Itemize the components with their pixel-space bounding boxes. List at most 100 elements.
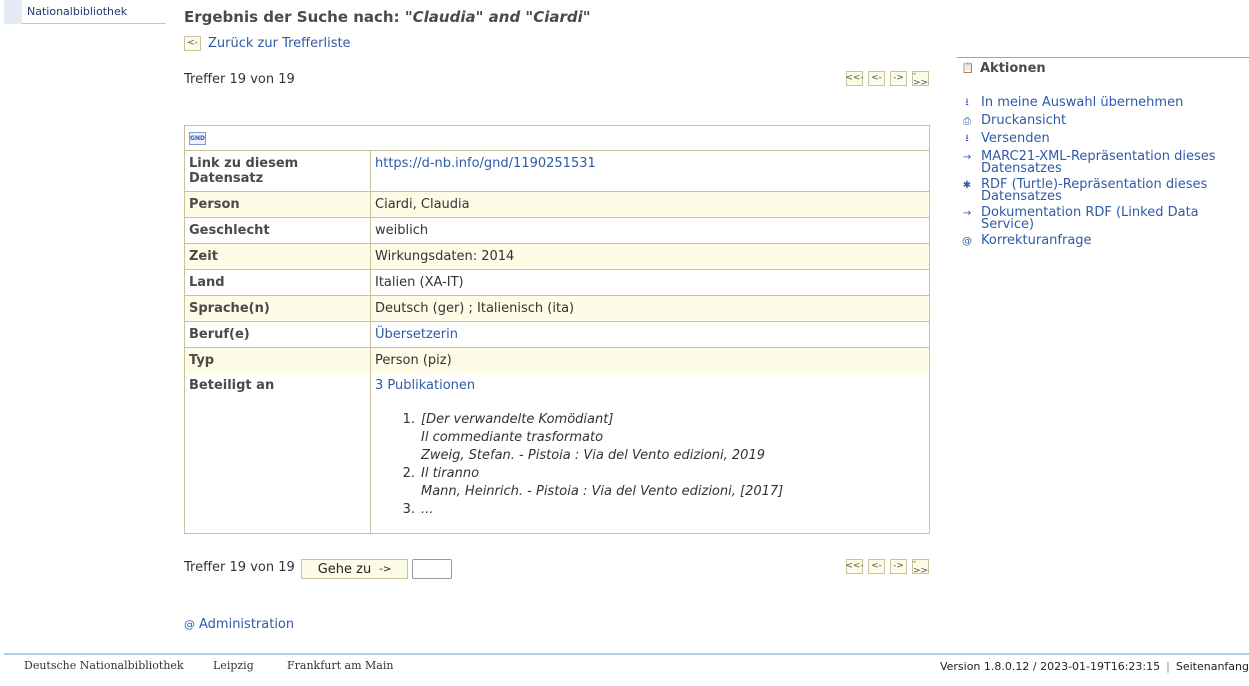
record-table: GND Link zu diesem Datensatz https://d-nb… [184,125,930,534]
footer-right: Version 1.8.0.12 / 2023-01-19T16:23:15 |… [940,660,1249,673]
record-value-text: Deutsch (ger) ; Italienisch (ita) [375,301,575,316]
record-value: Übersetzerin [371,322,929,347]
nav-item-marker [4,0,22,24]
actions-icon: 📋 [961,63,975,74]
page-title: Ergebnis der Suche nach: "Claudia" and "… [184,8,591,26]
publication-body: [Der verwandelte Komödiant] Il commediant… [421,411,765,465]
left-navigation: Nationalbibliothek [4,0,166,24]
page-title-query: "Claudia" and "Ciardi" [404,8,591,26]
back-to-results-link[interactable]: Zurück zur Trefferliste [208,36,351,51]
publication-number: 3. [402,502,415,517]
nav-item-nationalbibliothek[interactable]: Nationalbibliothek [4,0,166,24]
record-row: Typ Person (piz) [185,348,929,373]
publications-link[interactable]: 3 Publikationen [375,378,475,393]
record-row: Geschlecht weiblich [185,218,929,244]
action-item[interactable]: → Dokumentation RDF (Linked Data Service) [957,205,1249,231]
administration[interactable]: @ Administration [184,617,294,632]
publication-item[interactable]: 1. [Der verwandelte Komödiant] Il commedia… [399,411,925,465]
next-page-icon[interactable]: -> [890,71,907,86]
action-item[interactable]: @ Korrekturanfrage [957,233,1249,249]
footer-link-leipzig[interactable]: Leipzig [213,659,254,672]
record-key: Link zu diesem Datensatz [185,151,371,191]
action-link[interactable]: MARC21-XML-Repräsentation dieses Datensa… [981,149,1249,175]
arrow-left-icon: <- [184,36,201,51]
footer-link-dnb[interactable]: Deutsche Nationalbibliothek [24,659,184,672]
first-page-icon[interactable]: <<- [845,71,864,86]
page-title-prefix: Ergebnis der Suche nach: [184,8,405,26]
nav-item-label: Nationalbibliothek [27,5,128,18]
record-key: Sprache(n) [185,296,371,321]
actions-panel: 📋 Aktionen ⭳ In meine Auswahl übernehmen ⎙… [957,57,1249,251]
goto-button-label: Gehe zu [317,561,372,577]
goto-button[interactable]: Gehe zu -> [301,559,408,579]
back-to-results[interactable]: <- Zurück zur Trefferliste [184,36,351,51]
action-link[interactable]: Korrekturanfrage [981,233,1092,249]
arrow-right-icon: → [962,207,972,219]
record-key: Geschlecht [185,218,371,243]
action-link[interactable]: RDF (Turtle)-Repräsentation dieses Daten… [981,177,1249,203]
at-icon: @ [184,618,195,631]
action-link[interactable]: Dokumentation RDF (Linked Data Service) [981,205,1249,231]
record-value: Ciardi, Claudia [371,192,929,217]
last-page-icon[interactable]: ->> [912,557,929,575]
record-row: Sprache(n) Deutsch (ger) ; Italienisch (i… [185,296,929,322]
record-row: Person Ciardi, Claudia [185,192,929,218]
record-value-link[interactable]: Übersetzerin [375,327,458,342]
pager-top: <<- <- -> ->> [845,69,929,87]
record-value: Wirkungsdaten: 2014 [371,244,929,269]
record-key: Person [185,192,371,217]
record-value: weiblich [371,218,929,243]
download-icon: ⭳ [965,96,969,108]
publication-line: ... [421,502,434,517]
actions-heading: 📋 Aktionen [957,57,1249,79]
record-value-text: Wirkungsdaten: 2014 [375,249,515,264]
action-link[interactable]: Druckansicht [981,113,1066,129]
publication-item[interactable]: 3.... [399,501,925,519]
publication-line: [Der verwandelte Komödiant] [421,412,614,427]
publication-number: 1. [402,412,415,427]
footer-link-frankfurt[interactable]: Frankfurt am Main [287,659,393,672]
print-icon: ⎙ [963,115,971,127]
involved-row: Beteiligt an 3 Publikationen 1. [Der verw… [185,373,929,533]
administration-link[interactable]: Administration [199,617,294,632]
record-row: Zeit Wirkungsdaten: 2014 [185,244,929,270]
record-value: Italien (XA-IT) [371,270,929,295]
involved-value: 3 Publikationen 1. [Der verwandelte Komöd… [371,373,929,533]
footer-separator: | [1166,660,1170,673]
first-page-icon[interactable]: <<- [845,559,864,574]
action-item[interactable]: ✱ RDF (Turtle)-Repräsentation dieses Date… [957,177,1249,203]
publication-line: Zweig, Stefan. - Pistoia : Via del Vento… [421,448,765,463]
record-value-link[interactable]: https://d-nb.info/gnd/1190251531 [375,156,596,171]
previous-page-icon[interactable]: <- [868,71,885,86]
publication-number: 2. [402,466,415,481]
record-key: Typ [185,348,371,373]
action-item[interactable]: → MARC21-XML-Repräsentation dieses Datens… [957,149,1249,175]
publication-line: Il commediante trasformato [421,430,604,445]
record-value: Deutsch (ger) ; Italienisch (ita) [371,296,929,321]
previous-page-icon[interactable]: <- [868,559,885,574]
record-value-text: weiblich [375,223,429,238]
action-item[interactable]: ⎙ Druckansicht [957,113,1249,129]
record-value-text: Person (piz) [375,353,452,368]
publication-item[interactable]: 2. Il tiranno Mann, Heinrich. - Pistoia : … [399,465,925,501]
last-page-icon[interactable]: ->> [912,69,929,87]
goto-input[interactable] [412,559,452,579]
send-icon: ⭳ [965,132,969,144]
record-value-text: Italien (XA-IT) [375,275,464,290]
next-page-icon[interactable]: -> [890,559,907,574]
record-row: Land Italien (XA-IT) [185,270,929,296]
publication-body: ... [421,501,433,519]
page-top-link[interactable]: Seitenanfang [1176,660,1249,673]
record-row: Beruf(e) Übersetzerin [185,322,929,348]
publication-list: 1. [Der verwandelte Komödiant] Il commedia… [399,411,925,519]
action-link[interactable]: In meine Auswahl übernehmen [981,95,1183,111]
arrow-right-icon: → [962,151,972,163]
record-value: https://d-nb.info/gnd/1190251531 [371,151,929,191]
actions-heading-label: Aktionen [980,61,1046,76]
action-link[interactable]: Versenden [981,131,1050,147]
action-item[interactable]: ⭳ Versenden [957,131,1249,147]
pager-bottom: <<- <- -> ->> [845,557,929,575]
gnd-icon: GND [189,131,206,145]
action-item[interactable]: ⭳ In meine Auswahl übernehmen [957,95,1249,111]
involved-key: Beteiligt an [185,373,371,533]
